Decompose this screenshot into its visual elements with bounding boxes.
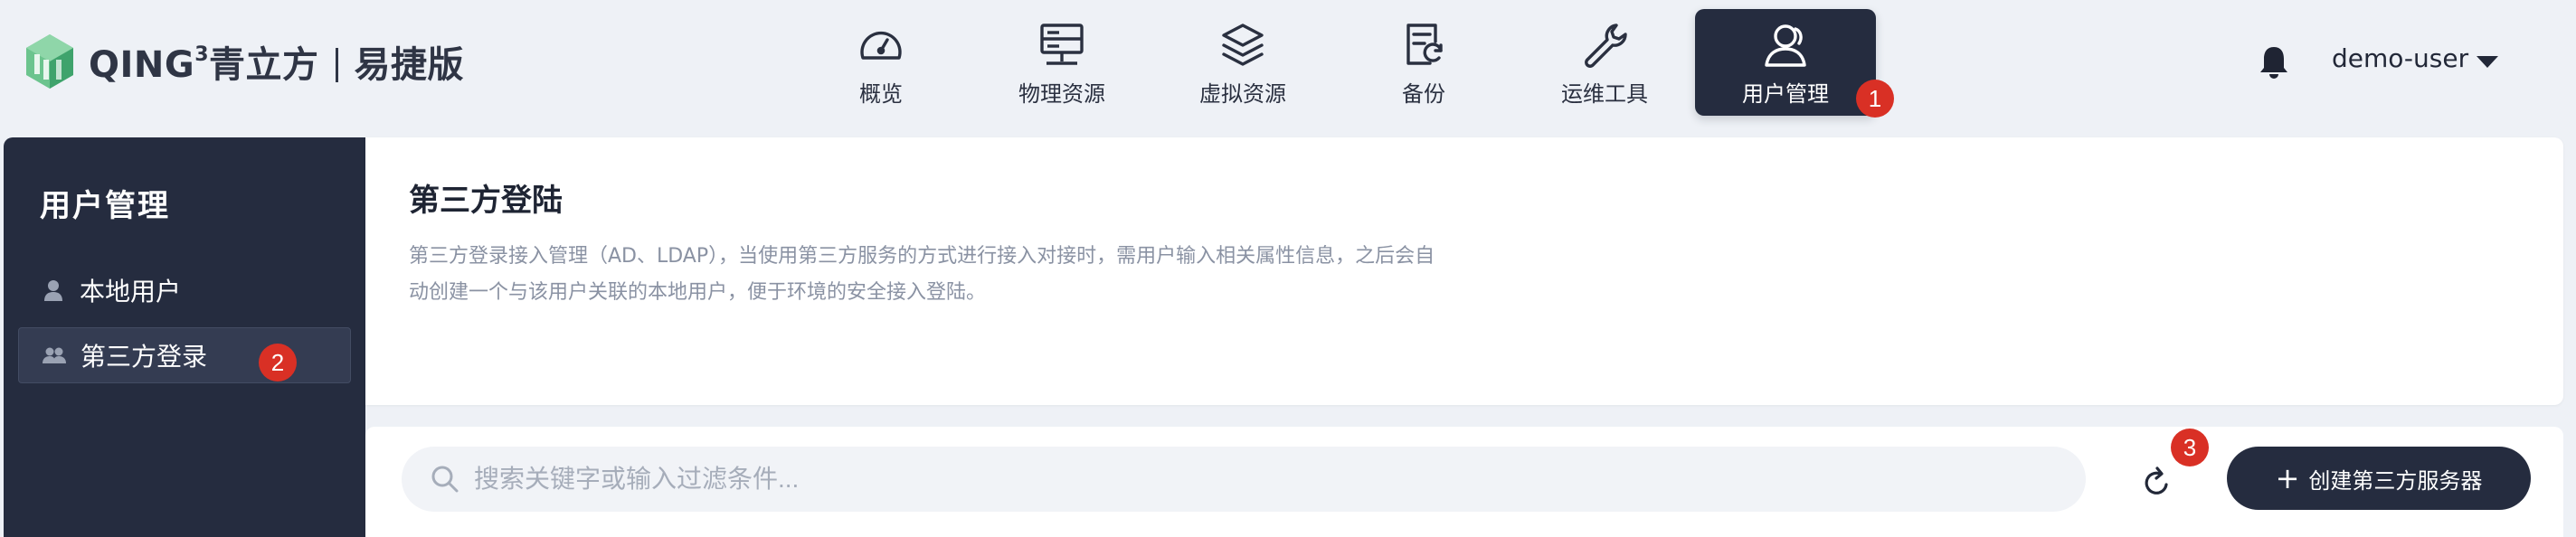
top-navigation-bar: QING3青立方 易捷版 概览 物理资源 虚拟资源 备份 运维工具 用户管理 1… [0,0,2576,127]
list-toolbar: 3 + 创建第三方服务器 [365,427,2563,537]
annotation-badge-3: 3 [2171,429,2209,466]
nav-label: 备份 [1402,81,1445,107]
user-icon [1765,24,1806,67]
nav-item-virtual-resources[interactable]: 虚拟资源 [1152,9,1333,116]
nav-item-physical-resources[interactable]: 物理资源 [971,9,1152,116]
nav-label: 用户管理 [1742,81,1829,107]
page-description: 第三方登录接入管理（AD、LDAP），当使用第三方服务的方式进行接入对接时，需用… [409,245,1435,304]
search-input[interactable] [474,465,2086,494]
layers-icon [1222,24,1264,66]
brand-name: QING3青立方 易捷版 [89,43,465,86]
plus-icon: + [2275,461,2300,495]
sidebar-item-label: 第三方登录 [80,342,208,372]
nav-item-overview[interactable]: 概览 [791,9,971,116]
wrench-icon [1585,24,1627,68]
nav-label: 运维工具 [1561,81,1648,107]
caret-down-icon[interactable] [2477,56,2498,68]
create-button-label: 创建第三方服务器 [2308,467,2483,494]
nav-item-ops-tools[interactable]: 运维工具 [1514,9,1695,116]
username[interactable]: demo-user [2332,43,2468,73]
brand-logo[interactable]: QING3青立方 易捷版 [24,33,464,90]
sidebar-title: 用户管理 [40,188,170,224]
qingcloud-logo-icon [26,34,73,89]
sidebar-item-label: 本地用户 [80,277,182,306]
nav-label: 虚拟资源 [1199,81,1286,107]
group-users-icon [43,347,66,363]
bell-icon[interactable] [2258,43,2290,80]
create-third-party-server-button[interactable]: + 创建第三方服务器 [2227,447,2531,510]
nav-label: 概览 [859,81,903,107]
server-icon [1040,24,1084,65]
page-title: 第三方登陆 [409,183,563,219]
nav-item-backup[interactable]: 备份 [1333,9,1514,116]
nav-item-user-management[interactable]: 用户管理 [1695,9,1876,116]
search-icon [431,466,459,493]
annotation-badge-1: 1 [1856,80,1894,118]
single-user-icon [44,280,62,301]
sidebar: 用户管理 本地用户 第三方登录 2 [4,137,365,537]
refresh-icon[interactable] [2136,463,2176,503]
sidebar-item-third-party-login[interactable]: 第三方登录 [18,327,351,383]
nav-label: 物理资源 [1018,81,1105,107]
search-box[interactable] [402,447,2086,512]
page-header-card: 第三方登陆 第三方登录接入管理（AD、LDAP），当使用第三方服务的方式进行接入… [365,137,2563,405]
annotation-badge-2: 2 [259,344,297,382]
backup-document-icon [1406,24,1443,65]
dashboard-gauge-icon [860,31,902,60]
sidebar-item-local-users[interactable]: 本地用户 [18,262,351,318]
